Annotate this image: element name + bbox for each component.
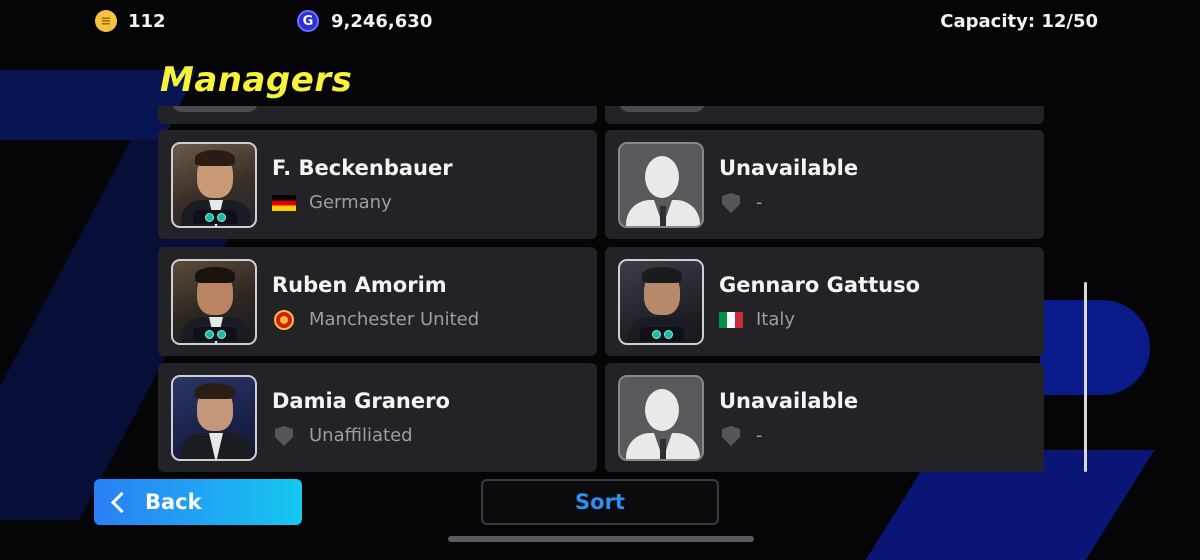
- efootball-coin-count: 112: [128, 11, 166, 32]
- manager-affiliation: -: [756, 425, 763, 446]
- manager-portrait: [171, 142, 257, 228]
- germany-flag-icon: [272, 194, 296, 212]
- scrollbar[interactable]: [1084, 282, 1087, 472]
- silhouette-icon: [618, 142, 704, 228]
- manager-name: Damia Granero: [272, 389, 450, 413]
- manager-name: Unavailable: [719, 156, 859, 180]
- manager-card[interactable]: Gennaro Gattuso Italy: [605, 247, 1044, 356]
- capacity-label: Capacity: 12/50: [940, 11, 1098, 32]
- manager-card[interactable]: Damia Granero Unaffiliated: [158, 363, 597, 472]
- manager-affiliation: -: [756, 192, 763, 213]
- back-button[interactable]: Back: [94, 479, 302, 525]
- manager-card[interactable]: Ruben Amorim Manchester United: [158, 247, 597, 356]
- sort-button[interactable]: Sort: [481, 479, 719, 525]
- gp-count: 9,246,630: [331, 11, 433, 32]
- skill-badges: [640, 327, 684, 341]
- efootball-coin-icon: ≡: [95, 10, 117, 32]
- shield-icon: [719, 426, 743, 446]
- italy-flag-icon: [719, 311, 743, 329]
- manager-card-unavailable[interactable]: Unavailable -: [605, 130, 1044, 239]
- background-shape: [1040, 300, 1150, 395]
- manager-card-partial[interactable]: [605, 106, 1044, 124]
- manager-affiliation: Unaffiliated: [309, 425, 413, 446]
- manager-name: Unavailable: [719, 389, 859, 413]
- chevron-left-icon: [110, 491, 133, 513]
- manager-portrait: [618, 259, 704, 345]
- shield-icon: [719, 193, 743, 213]
- manager-name: F. Beckenbauer: [272, 156, 453, 180]
- silhouette-icon: [618, 375, 704, 461]
- top-bar: ≡ 112 G 9,246,630 Capacity: 12/50: [0, 0, 1200, 44]
- gp-icon: G: [297, 10, 319, 32]
- manager-card-partial[interactable]: [158, 106, 597, 124]
- sort-button-label: Sort: [575, 490, 625, 514]
- page-title: Managers: [160, 60, 353, 100]
- manchester-united-crest-icon: [272, 310, 296, 330]
- manager-portrait: [171, 259, 257, 345]
- shield-icon: [272, 426, 296, 446]
- back-button-label: Back: [145, 490, 202, 514]
- manager-portrait: [171, 375, 257, 461]
- manager-affiliation: Italy: [756, 309, 796, 330]
- manager-card-unavailable[interactable]: Unavailable -: [605, 363, 1044, 472]
- manager-name: Ruben Amorim: [272, 273, 447, 297]
- skill-badges: [193, 210, 237, 224]
- manager-affiliation: Manchester United: [309, 309, 480, 330]
- manager-affiliation: Germany: [309, 192, 392, 213]
- manager-card[interactable]: F. Beckenbauer Germany: [158, 130, 597, 239]
- home-indicator[interactable]: [448, 536, 754, 542]
- manager-name: Gennaro Gattuso: [719, 273, 921, 297]
- skill-badges: [193, 327, 237, 341]
- manager-list[interactable]: F. Beckenbauer Germany Unavailable - Rub…: [158, 106, 1044, 472]
